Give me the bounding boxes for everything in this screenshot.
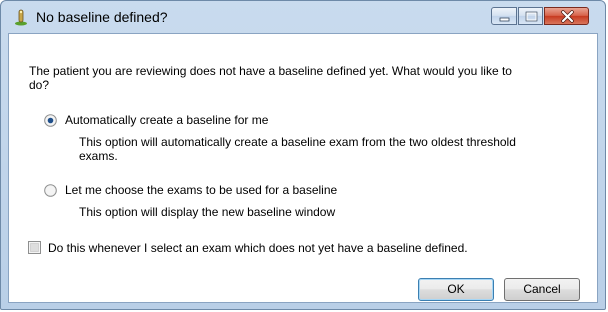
maximize-button[interactable]: [518, 7, 543, 25]
close-button[interactable]: [544, 7, 589, 25]
question-text: The patient you are reviewing does not h…: [29, 64, 512, 92]
minimize-button[interactable]: [491, 7, 517, 25]
close-icon: [561, 10, 574, 23]
minimize-icon: [499, 17, 510, 22]
app-icon: [13, 8, 29, 26]
title-bar[interactable]: No baseline defined?: [1, 1, 605, 33]
radio-selected-icon: [44, 114, 57, 127]
dialog-body: The patient you are reviewing does not h…: [8, 33, 598, 303]
checkbox-unchecked-icon: [28, 241, 41, 254]
dont-ask-checkbox[interactable]: [28, 241, 41, 254]
ok-button[interactable]: OK: [418, 278, 494, 301]
dont-ask-checkbox-label[interactable]: Do this whenever I select an exam which …: [48, 241, 468, 255]
window-title: No baseline defined?: [36, 9, 168, 25]
cancel-button[interactable]: Cancel: [504, 278, 580, 301]
option-choose-exams-description: This option will display the new baselin…: [79, 205, 336, 219]
maximize-icon: [525, 11, 538, 22]
option-choose-exams-label[interactable]: Let me choose the exams to be used for a…: [65, 183, 337, 197]
radio-choose-exams[interactable]: [44, 184, 57, 197]
radio-unselected-icon: [44, 184, 57, 197]
option-auto-create-description: This option will automatically create a …: [79, 135, 516, 163]
option-auto-create-label[interactable]: Automatically create a baseline for me: [65, 113, 268, 127]
radio-auto-create[interactable]: [44, 114, 57, 127]
dialog-window: No baseline defined? The patient you are…: [0, 0, 606, 310]
